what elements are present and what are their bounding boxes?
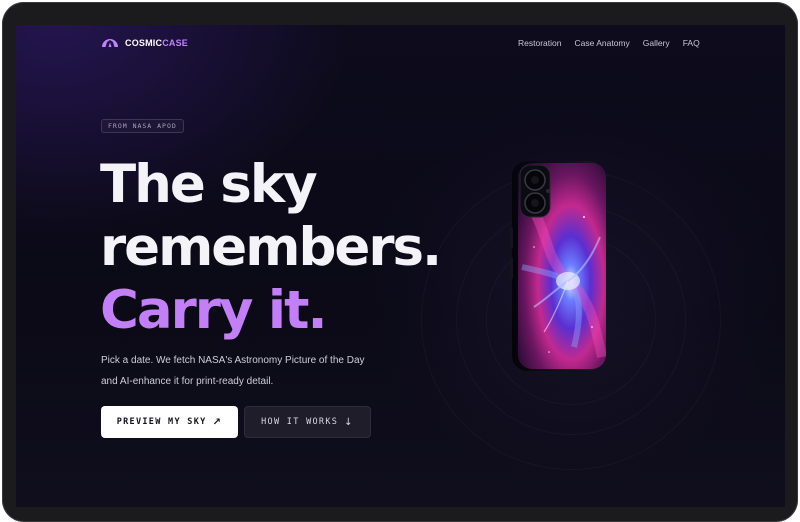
hero-subtitle-line-1: Pick a date. We fetch NASA's Astronomy P… <box>101 355 365 366</box>
nav-link-gallery[interactable]: Gallery <box>643 38 670 48</box>
hero-subtitle-line-2: and AI-enhance it for print-ready detail… <box>101 376 274 387</box>
hero-subtitle: Pick a date. We fetch NASA's Astronomy P… <box>101 350 401 392</box>
brand-logo[interactable]: COSMICCASE <box>100 33 188 53</box>
headline-line-1: The sky <box>100 154 318 215</box>
preview-my-sky-button[interactable]: PREVIEW MY SKY ↗ <box>101 406 238 438</box>
how-it-works-label: HOW IT WORKS <box>261 417 339 427</box>
phone-case-illustration <box>510 161 606 371</box>
headline-line-2: remembers. <box>100 217 442 278</box>
laptop-frame: COSMICCASE Restoration Case Anatomy Gall… <box>0 0 800 522</box>
how-it-works-button[interactable]: HOW IT WORKS ↓ <box>244 406 371 438</box>
nav-link-faq[interactable]: FAQ <box>683 38 700 48</box>
brand-name-accent: CASE <box>162 38 189 48</box>
arrow-up-right-icon: ↗ <box>212 416 223 428</box>
nav-links: Restoration Case Anatomy Gallery FAQ <box>518 38 700 48</box>
arrow-down-icon: ↓ <box>344 416 354 428</box>
nav-link-restoration[interactable]: Restoration <box>518 38 561 48</box>
nav-link-case-anatomy[interactable]: Case Anatomy <box>574 38 629 48</box>
hero-headline: The sky remembers. Carry it. <box>100 153 442 342</box>
preview-my-sky-label: PREVIEW MY SKY <box>116 417 207 427</box>
phone-case-image <box>504 157 614 375</box>
headline-line-3-accent: Carry it. <box>100 280 328 341</box>
website-screen: COSMICCASE Restoration Case Anatomy Gall… <box>16 25 785 507</box>
eyebrow-badge: FROM NASA APOD <box>101 119 184 133</box>
top-nav: COSMICCASE Restoration Case Anatomy Gall… <box>16 25 785 65</box>
dome-logo-icon <box>102 39 118 47</box>
brand-name: COSMICCASE <box>125 38 189 48</box>
